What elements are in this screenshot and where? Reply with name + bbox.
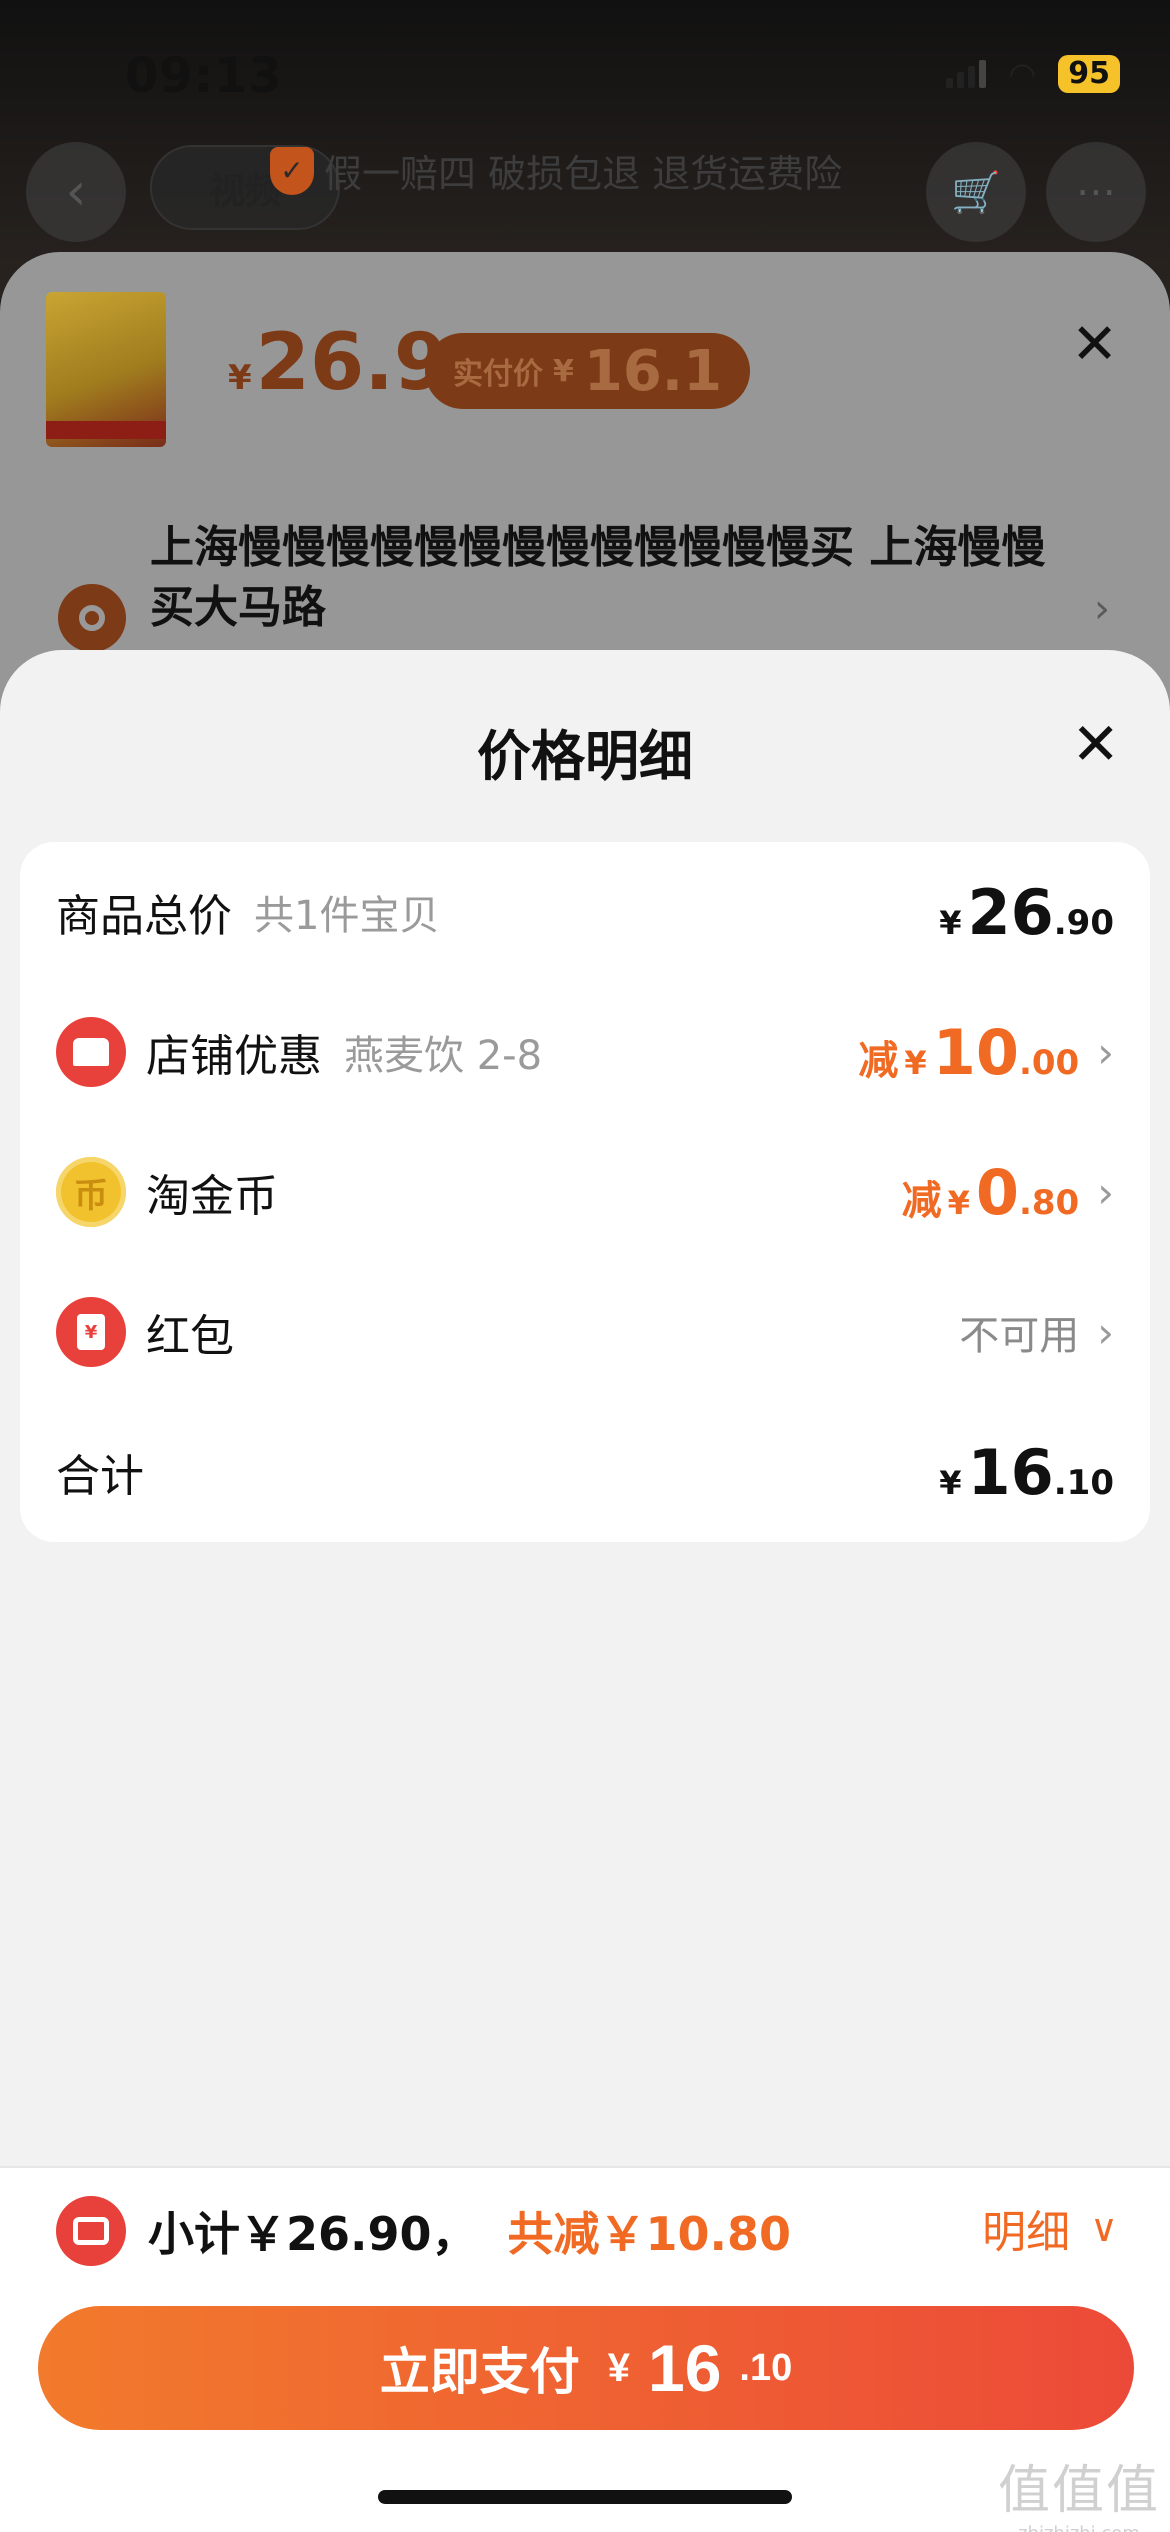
red-packet-icon: ¥ bbox=[56, 1297, 126, 1367]
row-label: 合计 bbox=[56, 1451, 144, 1502]
cart-button[interactable]: 🛒 bbox=[926, 142, 1026, 242]
guarantee-text: 假一赔四 破损包退 退货运费险 bbox=[324, 152, 843, 196]
battery-indicator: 95 bbox=[1058, 55, 1120, 93]
shield-check-icon: ✓ bbox=[270, 146, 314, 195]
status-icons: ◠ 95 bbox=[946, 55, 1120, 93]
subtotal-text: 小计￥26.90， bbox=[148, 2207, 478, 2261]
guarantee-banner: ✓ 假一赔四 破损包退 退货运费险 bbox=[270, 143, 842, 198]
row-goods-total: 商品总价 共1件宝贝 ¥26.90 bbox=[20, 842, 1150, 982]
product-thumbnail bbox=[46, 292, 166, 447]
sheet-title: 价格明细 bbox=[477, 725, 693, 788]
close-icon: ✕ bbox=[1071, 710, 1120, 778]
product-price: ¥ 26.9 bbox=[228, 318, 449, 408]
ticket-icon bbox=[56, 2196, 126, 2266]
more-button[interactable]: ⋯ bbox=[1046, 142, 1146, 242]
row-shop-discount[interactable]: 店铺优惠 燕麦饮 2-8 减 ¥10.00 › bbox=[20, 982, 1150, 1122]
signal-icon bbox=[946, 60, 987, 88]
cart-icon: 🛒 bbox=[951, 169, 1001, 216]
row-sub: 共1件宝贝 bbox=[254, 893, 440, 939]
goods-total-amount: ¥26.90 bbox=[939, 875, 1114, 949]
location-pin-icon bbox=[58, 584, 126, 652]
chevron-right-icon: › bbox=[1097, 1307, 1114, 1357]
chevron-right-icon: › bbox=[1097, 1027, 1114, 1077]
row-sub: 燕麦饮 2-8 bbox=[344, 1033, 543, 1079]
paid-price-badge: 实付价 ¥ 16.1 bbox=[425, 333, 751, 409]
shipping-address[interactable]: 上海慢慢慢慢慢慢慢慢慢慢慢慢慢买 上海慢慢买大马路 bbox=[150, 518, 1070, 638]
status-time: 09:13 bbox=[125, 48, 283, 104]
row-red-packet[interactable]: ¥ 红包 不可用 › bbox=[20, 1262, 1150, 1402]
chevron-right-icon: › bbox=[1094, 586, 1110, 632]
row-label: 淘金币 bbox=[146, 1171, 278, 1222]
chevron-down-icon: ∨ bbox=[1090, 2206, 1118, 2250]
red-packet-status: 不可用 bbox=[959, 1313, 1080, 1359]
row-label: 商品总价 bbox=[56, 891, 232, 942]
back-button[interactable]: ‹ bbox=[26, 142, 126, 242]
chevron-left-icon: ‹ bbox=[65, 162, 87, 222]
home-indicator bbox=[378, 2490, 792, 2504]
more-icon: ⋯ bbox=[1076, 169, 1116, 215]
detail-link-label: 明细 bbox=[982, 2207, 1071, 2258]
price-detail-card: 商品总价 共1件宝贝 ¥26.90 店铺优惠 燕麦饮 2-8 减 ¥10.00 ›… bbox=[20, 842, 1150, 1542]
total-amount: ¥16.10 bbox=[939, 1435, 1114, 1509]
close-price-detail-button[interactable]: ✕ bbox=[1071, 710, 1120, 778]
shop-icon bbox=[56, 1017, 126, 1087]
row-label: 红包 bbox=[146, 1311, 234, 1362]
chevron-right-icon: › bbox=[1097, 1167, 1114, 1217]
close-product-sheet-button[interactable]: ✕ bbox=[1071, 312, 1118, 377]
coin-icon: 币 bbox=[56, 1157, 126, 1227]
row-total: 合计 ¥16.10 bbox=[20, 1402, 1150, 1542]
detail-toggle[interactable]: 明细 ∨ bbox=[982, 2196, 1118, 2260]
coin-discount-amount: 减 ¥0.80 bbox=[901, 1155, 1080, 1229]
shop-discount-amount: 减 ¥10.00 bbox=[858, 1015, 1080, 1089]
close-icon: ✕ bbox=[1071, 312, 1118, 377]
row-label: 店铺优惠 bbox=[146, 1031, 322, 1082]
row-taojinbi[interactable]: 币 淘金币 减 ¥0.80 › bbox=[20, 1122, 1150, 1262]
wifi-icon: ◠ bbox=[1008, 55, 1037, 93]
total-reduce-text: 共减￥10.80 bbox=[507, 2207, 792, 2261]
watermark: 值值值 zhizhizhi.com bbox=[997, 2461, 1160, 2532]
pay-now-button[interactable]: 立即支付 ¥16.10 bbox=[38, 2306, 1134, 2430]
